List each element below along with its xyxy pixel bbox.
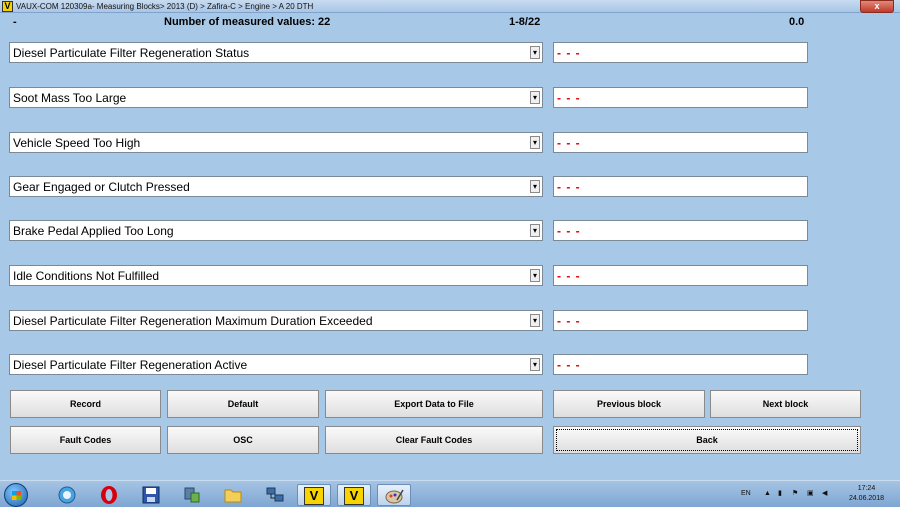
network-tool-icon[interactable] [175,484,209,506]
vaux-com-icon: V [344,487,364,505]
dropdown-arrow-icon[interactable]: ▾ [530,136,540,149]
measurement-select[interactable]: Diesel Particulate Filter Regeneration A… [9,354,543,375]
header-value: 0.0 [789,16,805,28]
messenger-icon[interactable] [50,484,84,506]
measurement-label: Brake Pedal Applied Too Long [13,224,174,238]
show-hidden-icons-icon[interactable]: ▲ [764,489,771,499]
network-status-icon[interactable]: ▣ [807,489,814,499]
vaux-com-taskbar-button[interactable]: V [297,484,331,506]
start-button[interactable] [4,483,28,507]
dropdown-arrow-icon[interactable]: ▾ [530,224,540,237]
clock-time: 17:24 [857,485,876,492]
clock[interactable]: 17:24 24.06.2018 [849,484,884,504]
measurement-select[interactable]: Gear Engaged or Clutch Pressed ▾ [9,176,543,197]
close-button[interactable]: x [860,0,894,13]
dropdown-arrow-icon[interactable]: ▾ [530,358,540,371]
measurement-value: - - - [553,132,808,153]
taskbar: V V EN ▲ ▮ ⚑ ▣ ◀ 17:24 24.06.2018 [0,480,900,507]
measurement-value: - - - [553,220,808,241]
measurement-value-text: - - - [557,91,581,105]
volume-icon[interactable]: ◀ [822,489,827,499]
measurement-value: - - - [553,176,808,197]
measurement-value: - - - [553,265,808,286]
measurement-label: Soot Mass Too Large [13,91,127,105]
measurement-value-text: - - - [557,136,581,150]
measurement-label: Diesel Particulate Filter Regeneration S… [13,46,250,60]
measurement-label: Diesel Particulate Filter Regeneration M… [13,314,373,328]
osc-button[interactable]: OSC [167,426,319,454]
paint-icon[interactable] [377,484,411,506]
measurement-value: - - - [553,87,808,108]
measurement-value-text: - - - [557,180,581,194]
measurement-value-text: - - - [557,46,581,60]
folder-icon[interactable] [216,484,250,506]
measurement-value-text: - - - [557,358,581,372]
measurement-label: Vehicle Speed Too High [13,136,141,150]
measurement-value: - - - [553,354,808,375]
measurement-value: - - - [553,310,808,331]
measurement-select[interactable]: Idle Conditions Not Fulfilled ▾ [9,265,543,286]
vaux-com-taskbar-button-2[interactable]: V [337,484,371,506]
clock-date: 24.06.2018 [848,495,884,502]
flag-icon[interactable]: ⚑ [792,489,798,499]
dropdown-arrow-icon[interactable]: ▾ [530,180,540,193]
measurement-value-text: - - - [557,314,581,328]
dropdown-arrow-icon[interactable]: ▾ [530,91,540,104]
measurement-select[interactable]: Soot Mass Too Large ▾ [9,87,543,108]
block-range: 1-8/22 [509,16,541,28]
measurement-label: Gear Engaged or Clutch Pressed [13,180,190,194]
measurement-value: - - - [553,42,808,63]
save-disk-icon[interactable] [134,484,168,506]
measurement-select[interactable]: Brake Pedal Applied Too Long ▾ [9,220,543,241]
dropdown-arrow-icon[interactable]: ▾ [530,269,540,282]
measurement-select[interactable]: Diesel Particulate Filter Regeneration S… [9,42,543,63]
vaux-com-icon: V [304,487,324,505]
fault-codes-button[interactable]: Fault Codes [10,426,161,454]
measurement-value-text: - - - [557,224,581,238]
opera-icon[interactable] [92,484,126,506]
measurement-label: Diesel Particulate Filter Regeneration A… [13,358,248,372]
export-data-button[interactable]: Export Data to File [325,390,543,418]
dropdown-arrow-icon[interactable]: ▾ [530,46,540,59]
back-button[interactable]: Back [553,426,861,454]
app-icon: V [2,1,13,12]
header-dash: - [13,16,17,28]
clear-fault-codes-button[interactable]: Clear Fault Codes [325,426,543,454]
record-button[interactable]: Record [10,390,161,418]
measurement-label: Idle Conditions Not Fulfilled [13,269,160,283]
previous-block-button[interactable]: Previous block [553,390,705,418]
window-title: VAUX-COM 120309a- Measuring Blocks> 2013… [16,2,314,11]
next-block-button[interactable]: Next block [710,390,861,418]
measurement-select[interactable]: Diesel Particulate Filter Regeneration M… [9,310,543,331]
default-button[interactable]: Default [167,390,319,418]
dropdown-arrow-icon[interactable]: ▾ [530,314,540,327]
network-icon[interactable] [258,484,292,506]
language-indicator[interactable]: EN [741,489,751,499]
title-bar: V VAUX-COM 120309a- Measuring Blocks> 20… [0,0,900,13]
battery-icon[interactable]: ▮ [778,489,782,499]
measurement-select[interactable]: Vehicle Speed Too High ▾ [9,132,543,153]
measured-values-count: Number of measured values: 22 [164,16,331,28]
measurement-value-text: - - - [557,269,581,283]
